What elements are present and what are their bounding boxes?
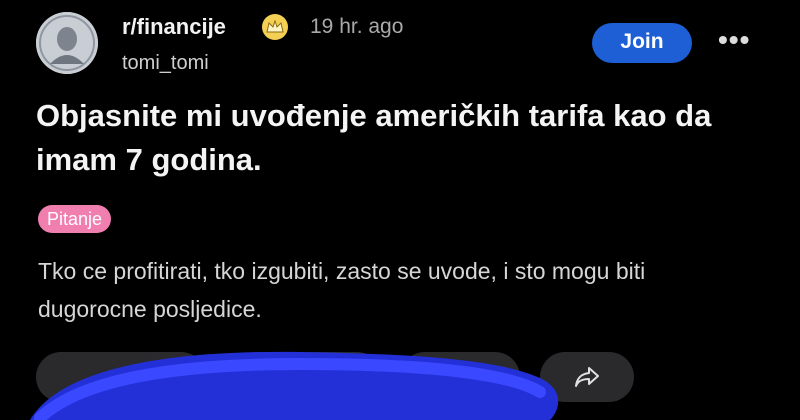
subreddit-name[interactable]: r/financije xyxy=(122,14,226,40)
more-options-icon[interactable]: ••• xyxy=(718,26,750,54)
post-time: 19 hr. ago xyxy=(310,15,404,38)
scribble-overlay xyxy=(30,351,559,420)
post-body: Tko ce profitirati, tko izgubiti, zasto … xyxy=(38,258,646,322)
flair-tag[interactable]: Pitanje xyxy=(38,205,112,233)
avatar[interactable] xyxy=(36,12,98,74)
post-title[interactable]: Objasnite mi uvođenje američkih tarifa k… xyxy=(36,94,756,182)
join-button[interactable]: Join xyxy=(592,23,692,63)
crown-badge-icon xyxy=(262,14,288,40)
avatar-portrait-icon xyxy=(36,12,98,74)
username[interactable]: tomi_tomi xyxy=(122,52,209,75)
